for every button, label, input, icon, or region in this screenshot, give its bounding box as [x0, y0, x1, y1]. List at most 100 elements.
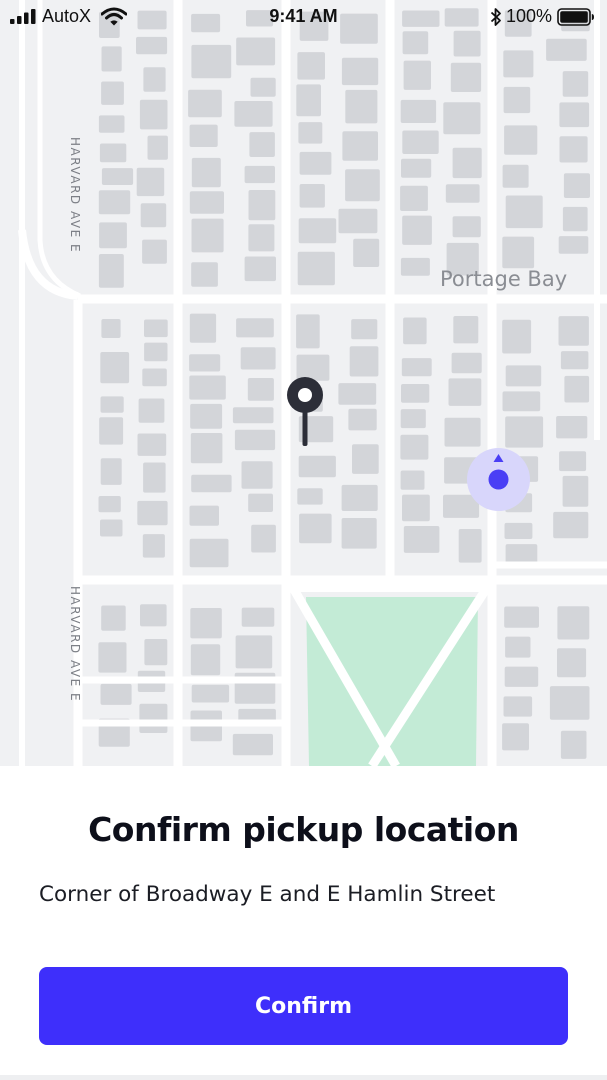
pickup-sheet: Confirm pickup location Corner of Broadw… [0, 766, 607, 1080]
pickup-confirmation-screen: HARVARD AVE E HARVARD AVE E Portage Bay … [0, 0, 607, 1080]
map-building [234, 429, 276, 451]
map-building [191, 262, 218, 287]
map-building [504, 125, 538, 155]
map-building [138, 398, 165, 423]
map-building [140, 604, 167, 627]
map-building [189, 124, 218, 147]
confirm-button[interactable]: Confirm [39, 967, 568, 1045]
map-building [505, 195, 543, 229]
map-building [353, 238, 380, 267]
map-building [559, 136, 588, 163]
map-building [445, 184, 480, 203]
map-building [502, 723, 529, 751]
map-building [502, 164, 529, 188]
map-building [101, 605, 126, 631]
map-building [241, 461, 273, 489]
map-building [244, 165, 275, 184]
map-building [403, 60, 431, 90]
map-building [556, 416, 588, 439]
map-building [189, 538, 229, 568]
map-building [142, 534, 165, 558]
map-building [557, 648, 587, 678]
map-building [345, 169, 380, 202]
map-building [298, 455, 336, 478]
map-building [401, 384, 430, 403]
battery-icon [557, 7, 594, 26]
map-building [560, 730, 587, 759]
map-building [99, 143, 127, 163]
map-building [505, 636, 531, 658]
map-building [140, 203, 167, 228]
pickup-pin-icon[interactable] [285, 376, 325, 448]
map-building [504, 666, 539, 687]
map-building [101, 81, 124, 105]
map-building [400, 409, 426, 429]
map-building [296, 84, 321, 117]
map-building [401, 358, 432, 377]
map-building [189, 505, 219, 526]
bluetooth-icon [490, 7, 501, 26]
map-building [236, 37, 276, 66]
map-building [451, 352, 482, 374]
map-building [98, 254, 124, 288]
map-building [563, 173, 590, 198]
map-building [241, 607, 275, 627]
map-building [448, 378, 482, 406]
map-building [297, 251, 335, 286]
map-building [190, 433, 223, 464]
map-building [189, 375, 226, 400]
map-building [98, 496, 121, 513]
map-building [298, 218, 337, 244]
map-building [557, 606, 590, 640]
map-building [189, 191, 224, 214]
map-building [144, 319, 168, 338]
area-label-portage-bay: Portage Bay [440, 267, 568, 291]
map-building [100, 683, 132, 705]
map-building [249, 132, 275, 157]
map-building [450, 62, 482, 92]
map-building [562, 475, 589, 507]
map-building [235, 635, 273, 669]
home-indicator [0, 1075, 607, 1080]
map-building [101, 46, 122, 72]
map-building [99, 417, 124, 445]
street-label-harvard-north: HARVARD AVE E [68, 137, 82, 254]
map-building [299, 184, 325, 208]
map-building [248, 493, 273, 512]
map-building [188, 89, 222, 118]
map-building [401, 158, 432, 178]
map-building [100, 458, 122, 485]
map-building [100, 396, 124, 413]
map-building [143, 67, 166, 92]
map-building [553, 511, 589, 539]
map-building [559, 102, 590, 128]
map-building [144, 639, 168, 666]
map-building [403, 526, 440, 553]
map-building [142, 368, 167, 387]
map-building [98, 190, 131, 215]
map-building [189, 354, 221, 372]
map-building [98, 115, 125, 133]
map-building [99, 222, 127, 249]
map-building [248, 224, 275, 252]
map-building [402, 130, 439, 154]
map-building [562, 206, 588, 232]
map-building [144, 342, 168, 362]
map-building [402, 215, 432, 245]
map-building [139, 99, 168, 130]
map-building [136, 36, 168, 55]
map-building [444, 417, 481, 447]
map-building [136, 167, 165, 197]
map-view[interactable]: HARVARD AVE E HARVARD AVE E Portage Bay [0, 0, 607, 766]
map-building [244, 256, 276, 282]
map-building [341, 518, 377, 549]
map-building [139, 703, 168, 733]
map-building [400, 257, 430, 276]
map-building [100, 519, 123, 537]
map-building [403, 317, 427, 345]
map-building [240, 347, 276, 370]
map-building [297, 52, 325, 80]
map-building [100, 352, 130, 384]
map-building [546, 38, 587, 61]
map-building [443, 102, 481, 135]
